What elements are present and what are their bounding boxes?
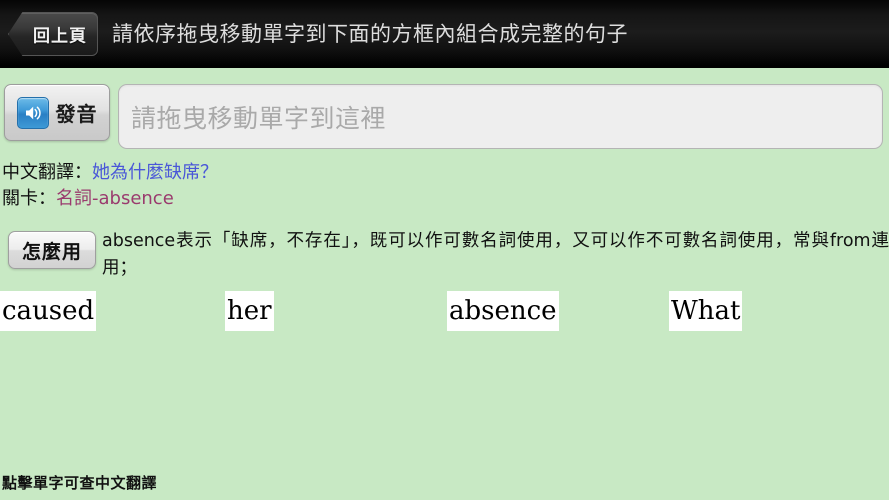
usage-text-body: absence表示「缺席，不存在」，既可以作可數名詞使用，又可以作不可數名詞使用… <box>102 231 889 278</box>
how-to-use-button[interactable]: 怎麼用 <box>8 231 96 269</box>
word-tile-tray: caused her absence What <box>0 291 889 333</box>
level-value: 名詞-absence <box>56 188 174 209</box>
sentence-dropzone[interactable]: 請拖曳移動單字到這裡 <box>118 84 883 149</box>
footer-hint: 點擊單字可查中文翻譯 <box>2 474 158 492</box>
back-button-label: 回上頁 <box>33 26 87 47</box>
meta-info: 中文翻譯：她為什麼缺席？ 關卡：名詞-absence <box>2 160 887 212</box>
translation-label: 中文翻譯： <box>2 162 92 183</box>
back-button[interactable]: 回上頁 <box>8 12 98 56</box>
dropzone-placeholder: 請拖曳移動單字到這裡 <box>131 103 387 133</box>
word-tile[interactable]: her <box>225 291 274 331</box>
level-label: 關卡： <box>2 188 56 209</box>
page-title: 請依序拖曳移動單字到下面的方框內組合成完整的句子 <box>112 22 628 46</box>
app-header: 回上頁 請依序拖曳移動單字到下面的方框內組合成完整的句子 <box>0 0 889 68</box>
pronounce-button[interactable]: 發音 <box>4 84 110 141</box>
how-to-use-button-label: 怎麼用 <box>21 240 82 263</box>
usage-text: absence表示「缺席，不存在」，既可以作可數名詞使用，又可以作不可數名詞使用… <box>102 228 889 282</box>
word-tile[interactable]: caused <box>0 291 97 331</box>
translation-value: 她為什麼缺席？ <box>92 162 218 183</box>
level-line: 關卡：名詞-absence <box>2 186 887 212</box>
word-tile[interactable]: What <box>669 291 743 331</box>
translation-line: 中文翻譯：她為什麼缺席？ <box>2 160 887 186</box>
word-tile[interactable]: absence <box>447 291 559 331</box>
app-root: 回上頁 請依序拖曳移動單字到下面的方框內組合成完整的句子 發音 請拖曳移動單字到… <box>0 0 889 500</box>
pronounce-button-label: 發音 <box>55 102 98 126</box>
speaker-icon <box>16 96 49 129</box>
audio-row: 發音 請拖曳移動單字到這裡 <box>0 70 889 149</box>
